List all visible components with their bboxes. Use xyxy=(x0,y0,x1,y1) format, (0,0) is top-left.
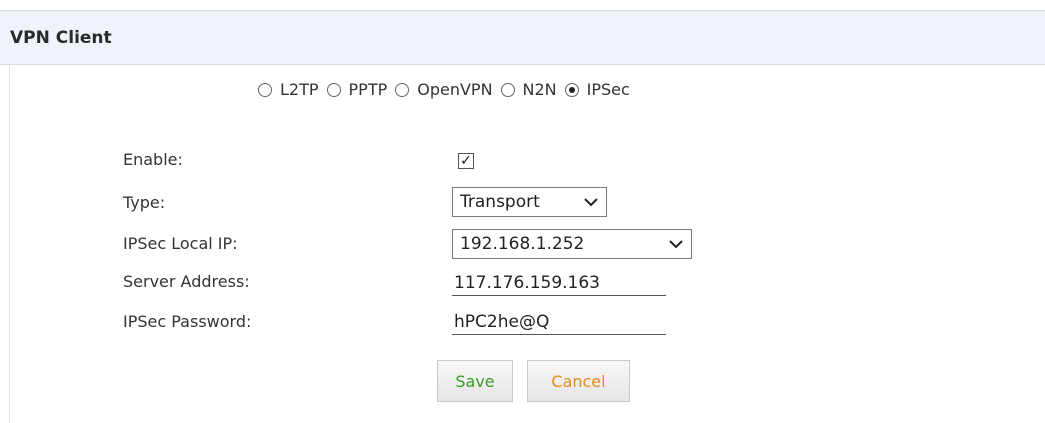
cancel-button[interactable]: Cancel xyxy=(527,360,630,402)
panel-left-border xyxy=(9,65,10,423)
radio-pptp-label: PPTP xyxy=(348,80,388,99)
radio-n2n[interactable]: N2N xyxy=(500,80,557,99)
radio-n2n-label: N2N xyxy=(522,80,557,99)
type-label: Type: xyxy=(123,193,166,212)
enable-label: Enable: xyxy=(123,150,183,169)
local-ip-select[interactable]: 192.168.1.252 xyxy=(452,229,692,259)
radio-ipsec-circle[interactable] xyxy=(564,82,579,97)
type-select[interactable]: Transport xyxy=(452,187,607,217)
radio-l2tp-label: L2TP xyxy=(280,80,319,99)
radio-n2n-circle[interactable] xyxy=(500,82,515,97)
server-address-label: Server Address: xyxy=(123,272,250,291)
ipsec-password-input[interactable] xyxy=(452,309,666,335)
local-ip-select-value: 192.168.1.252 xyxy=(460,234,585,254)
radio-openvpn-label: OpenVPN xyxy=(417,80,493,99)
panel-header: VPN Client xyxy=(0,10,1045,65)
radio-ipsec-label: IPSec xyxy=(586,80,630,99)
radio-openvpn[interactable]: OpenVPN xyxy=(395,80,493,99)
panel-title: VPN Client xyxy=(10,28,112,48)
radio-l2tp[interactable]: L2TP xyxy=(258,80,319,99)
chevron-down-icon xyxy=(669,240,683,249)
chevron-down-icon xyxy=(584,198,598,207)
radio-l2tp-circle[interactable] xyxy=(258,82,272,97)
vpn-type-radio-group: L2TP PPTP OpenVPN N2N IPSec xyxy=(258,80,638,99)
save-button[interactable]: Save xyxy=(437,360,513,402)
radio-pptp-circle[interactable] xyxy=(326,82,341,97)
radio-ipsec[interactable]: IPSec xyxy=(564,80,630,99)
enable-checkbox[interactable]: ✓ xyxy=(458,153,474,169)
radio-openvpn-circle[interactable] xyxy=(395,82,410,97)
radio-pptp[interactable]: PPTP xyxy=(326,80,388,99)
type-select-value: Transport xyxy=(460,192,540,212)
server-address-input[interactable] xyxy=(452,270,666,296)
password-label: IPSec Password: xyxy=(123,312,252,331)
local-ip-label: IPSec Local IP: xyxy=(123,234,238,253)
